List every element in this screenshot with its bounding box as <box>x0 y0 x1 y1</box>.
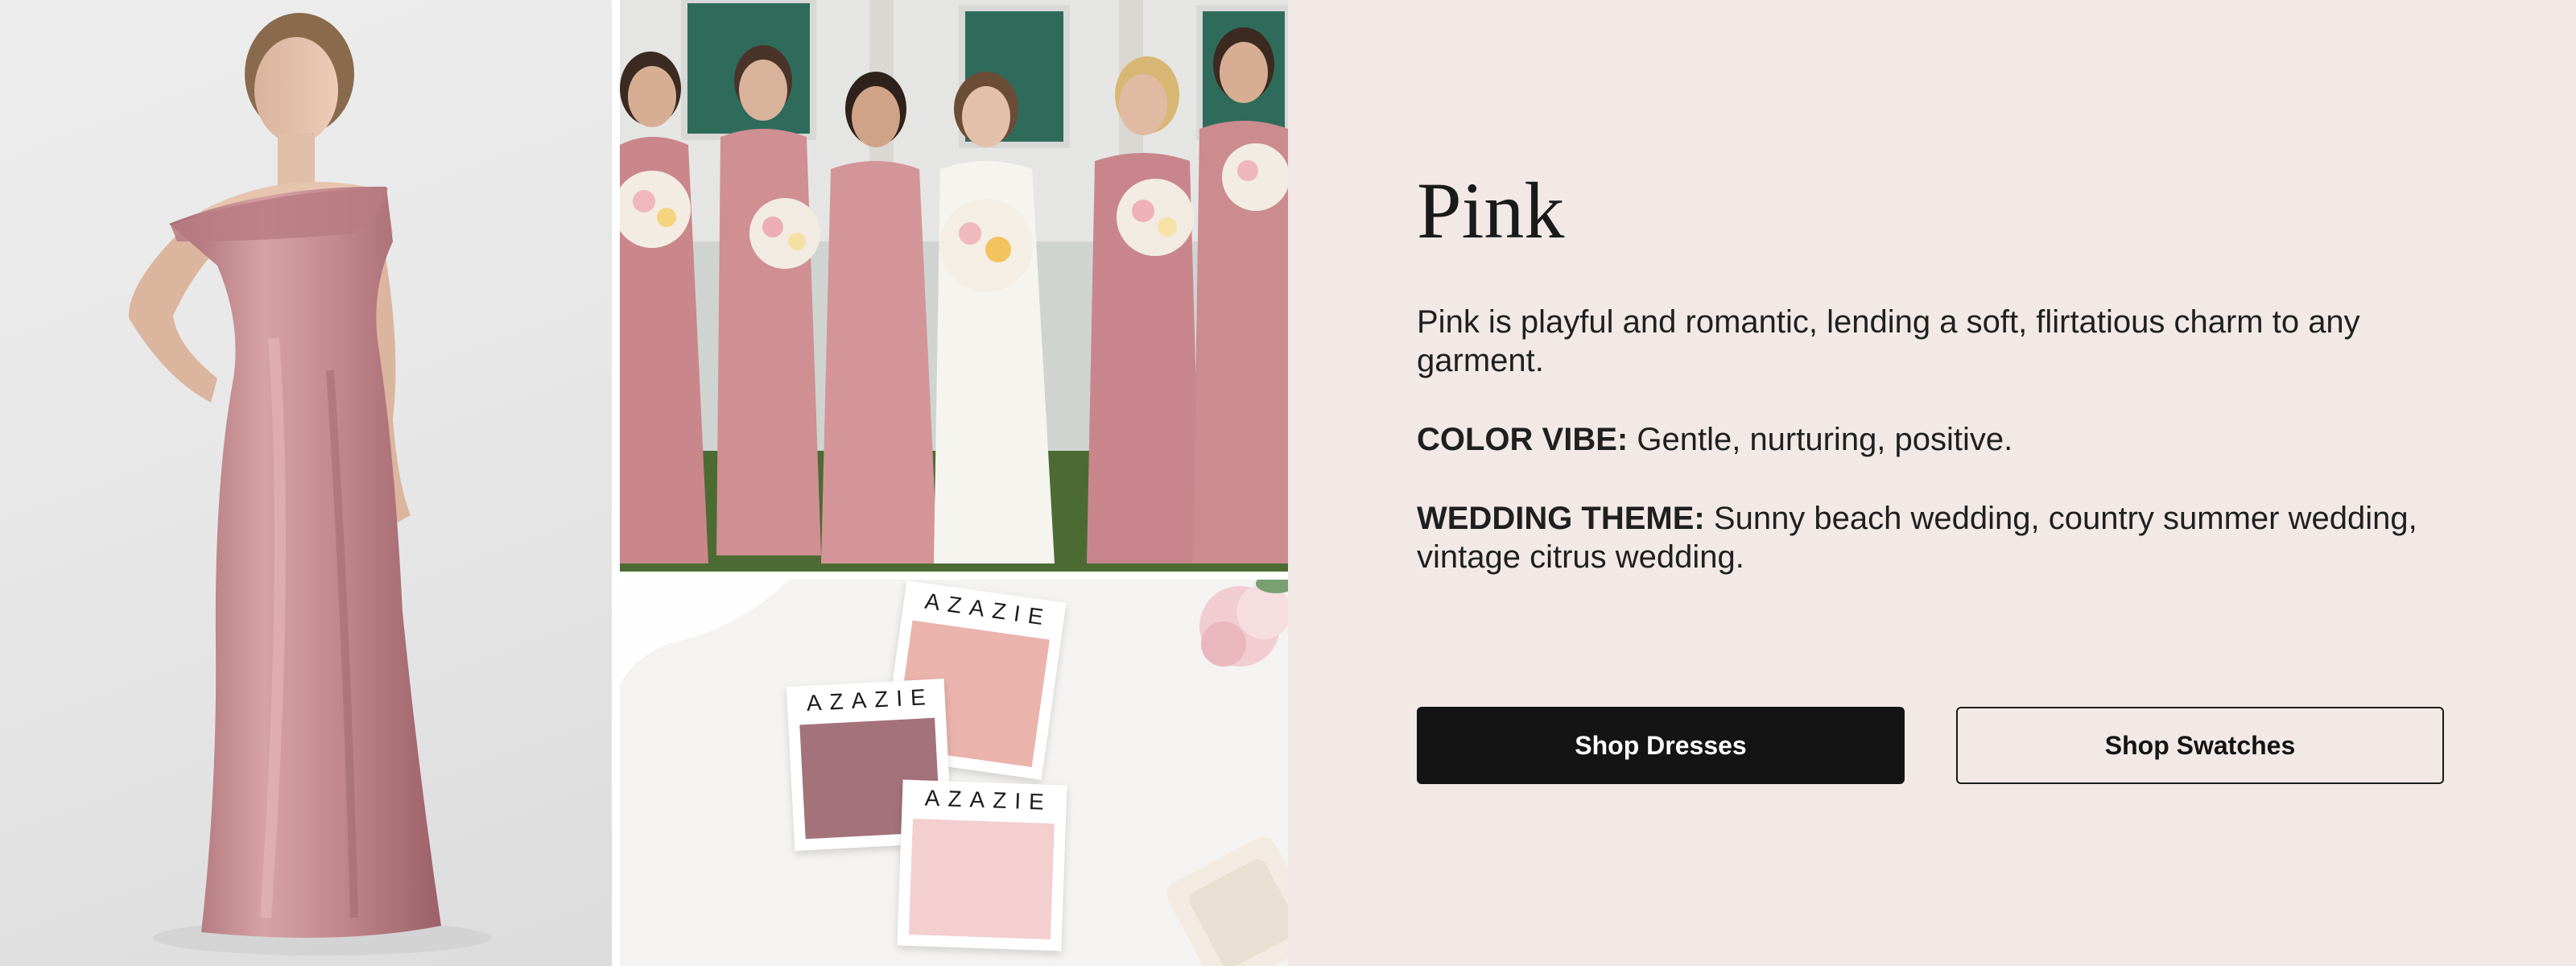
color-vibe: COLOR VIBE: Gentle, nurturing, positive. <box>1417 420 2463 459</box>
bridal-party-photo <box>620 0 1288 572</box>
swatch-brand: AZAZIE <box>806 683 935 716</box>
wedding-theme-label: WEDDING THEME: <box>1417 501 1705 536</box>
color-vibe-label: COLOR VIBE: <box>1417 422 1629 457</box>
panel-divider <box>612 0 620 966</box>
swatch-brand: AZAZIE <box>924 785 1053 815</box>
shop-dresses-button[interactable]: Shop Dresses <box>1417 707 1905 784</box>
color-description: Pink is playful and romantic, lending a … <box>1417 304 2360 378</box>
shop-swatches-button[interactable]: Shop Swatches <box>1956 707 2444 784</box>
model-illustration <box>128 13 491 956</box>
swatch-fabric-blush <box>908 818 1055 940</box>
bridal-party-illustration <box>620 0 1288 572</box>
swatch-card-blush: AZAZIE <box>897 779 1067 952</box>
swatch-cards-photo: AZAZIE AZAZIE AZAZIE <box>620 580 1288 966</box>
color-vibe-text: Gentle, nurturing, positive. <box>1637 422 2013 457</box>
color-title: Pink <box>1417 166 1565 255</box>
wedding-theme: WEDDING THEME: Sunny beach wedding, coun… <box>1417 499 2463 576</box>
panel-divider <box>620 572 1288 580</box>
model-photo <box>0 0 612 966</box>
color-info-panel: Pink Pink is playful and romantic, lendi… <box>1417 0 2496 966</box>
